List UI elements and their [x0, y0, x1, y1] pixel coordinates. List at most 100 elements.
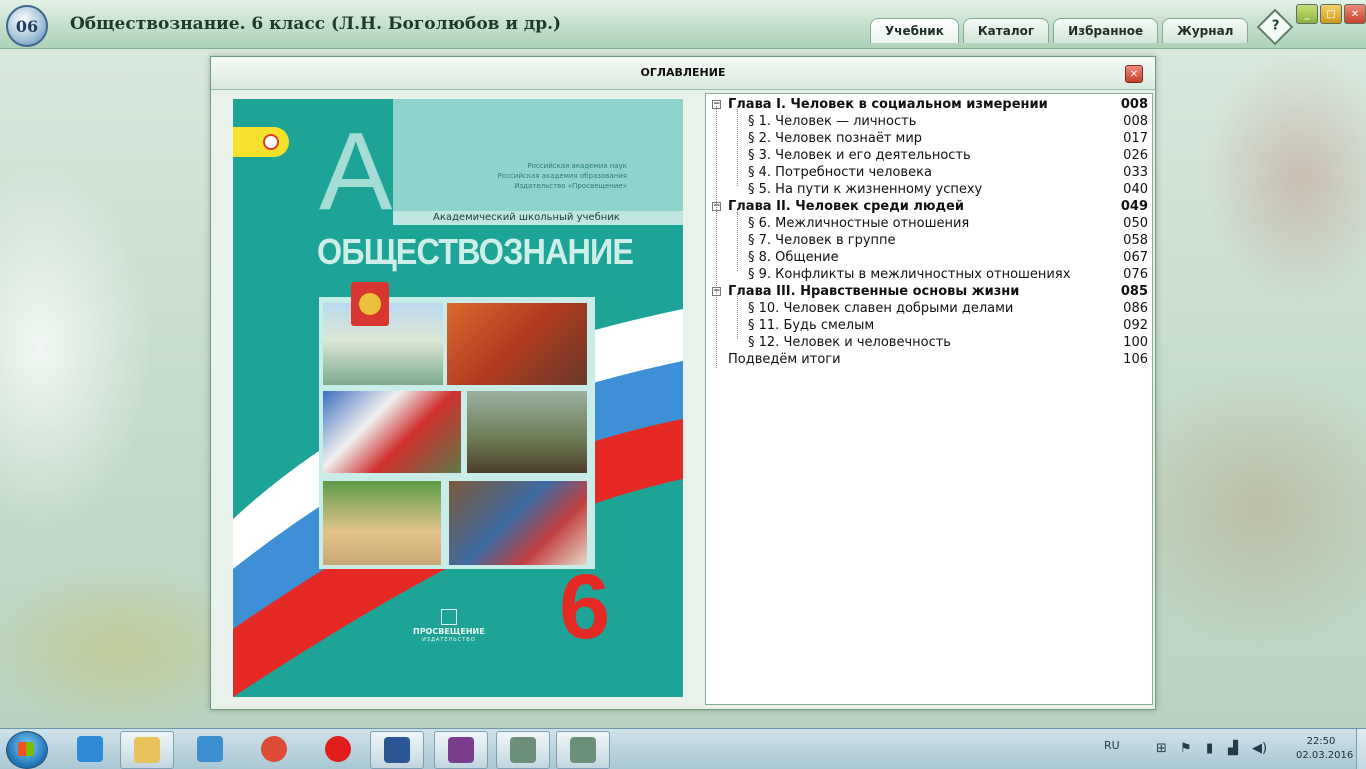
toc-section[interactable]: § 5. На пути к жизненному успеху 040: [706, 181, 1152, 198]
window-controls: _ □ ✕: [1296, 4, 1366, 24]
toc-page: 050: [1123, 216, 1148, 231]
tree-guide-line: [737, 293, 738, 339]
windows-logo-icon: [18, 742, 34, 756]
app-title: Обществознание. 6 класс (Л.Н. Боголюбов …: [70, 14, 562, 34]
dialog-header: ОГЛАВЛЕНИЕ ✕: [211, 57, 1155, 90]
yandex-browser-icon: [325, 736, 351, 762]
battery-icon[interactable]: ▮: [1206, 741, 1213, 756]
toc-label: § 6. Межличностные отношения: [748, 216, 970, 231]
word-icon: [384, 737, 410, 763]
toc-label: Глава II. Человек среди людей: [728, 199, 964, 214]
system-clock[interactable]: 22:50 02.03.2016: [1296, 735, 1353, 763]
taskbar: RU ⊞ ⚑ ▮ ▟ ◀) 22:50 02.03.2016: [0, 728, 1366, 769]
media-player-icon: [197, 736, 223, 762]
cover-photo-grid: [319, 297, 595, 569]
taskbar-app-button[interactable]: [312, 731, 364, 767]
toc-page: 106: [1123, 352, 1148, 367]
taskbar-app-button[interactable]: [248, 731, 300, 767]
toc-label: § 2. Человек познаёт мир: [748, 131, 923, 146]
volume-icon[interactable]: ◀): [1252, 741, 1267, 756]
toc-page: 008: [1123, 114, 1148, 129]
toc-page: 033: [1123, 165, 1148, 180]
app-window-icon: [510, 737, 536, 763]
toc-chapter[interactable]: − Глава III. Нравственные основы жизни 085: [706, 283, 1152, 300]
toc-section[interactable]: § 12. Человек и человечность 100: [706, 334, 1152, 351]
toc-label: § 10. Человек славен добрыми делами: [748, 301, 1014, 316]
toc-label: § 4. Потребности человека: [748, 165, 932, 180]
language-indicator[interactable]: RU: [1104, 739, 1120, 752]
toc-chapter[interactable]: − Глава I. Человек в социальном измерении…: [706, 96, 1152, 113]
taskbar-app-button[interactable]: [370, 731, 424, 769]
photo-volunteers: [467, 391, 587, 473]
toc-label: Глава I. Человек в социальном измерении: [728, 97, 1048, 112]
toc-page: 076: [1123, 267, 1148, 282]
toc-section[interactable]: § 6. Межличностные отношения 050: [706, 215, 1152, 232]
toc-label: § 5. На пути к жизненному успеху: [748, 182, 983, 197]
minimize-button[interactable]: _: [1296, 4, 1318, 24]
toc-page: 067: [1123, 250, 1148, 265]
toc-section[interactable]: § 10. Человек славен добрыми делами 086: [706, 300, 1152, 317]
taskbar-app-button[interactable]: [556, 731, 610, 769]
toc-page: 008: [1120, 97, 1148, 112]
toc-section[interactable]: § 7. Человек в группе 058: [706, 232, 1152, 249]
tab-textbook[interactable]: Учебник: [870, 18, 959, 43]
toc-page: 026: [1123, 148, 1148, 163]
photo-cosmonauts: [447, 303, 587, 385]
tab-catalog[interactable]: Каталог: [962, 18, 1050, 43]
toc-section[interactable]: § 11. Будь смелым 092: [706, 317, 1152, 334]
toc-label: § 3. Человек и его деятельность: [748, 148, 971, 163]
toc-page: 086: [1123, 301, 1148, 316]
taskbar-app-button[interactable]: [120, 731, 174, 769]
help-icon[interactable]: ?: [1256, 8, 1294, 46]
taskbar-app-button[interactable]: [64, 731, 116, 767]
toc-chapter[interactable]: − Глава II. Человек среди людей 049: [706, 198, 1152, 215]
toc-label: § 12. Человек и человечность: [748, 335, 951, 350]
toc-section[interactable]: § 2. Человек познаёт мир 017: [706, 130, 1152, 147]
toc-section[interactable]: § 1. Человек — личность 008: [706, 113, 1152, 130]
toc-section[interactable]: § 8. Общение 067: [706, 249, 1152, 266]
dialog-close-button[interactable]: ✕: [1125, 65, 1143, 83]
taskbar-app-button[interactable]: [184, 731, 236, 767]
app-title-bar: 06 Обществознание. 6 класс (Л.Н. Боголюб…: [0, 0, 1366, 49]
toc-summary[interactable]: Подведём итоги 106: [706, 351, 1152, 368]
network-icon[interactable]: ▟: [1228, 741, 1238, 756]
taskbar-app-button[interactable]: [496, 731, 550, 769]
cover-grade: 6: [559, 556, 611, 658]
flag-icon[interactable]: ⚑: [1180, 741, 1192, 756]
close-window-button[interactable]: ✕: [1344, 4, 1366, 24]
russian-emblem-icon: [351, 282, 389, 326]
tab-journal[interactable]: Журнал: [1162, 18, 1249, 43]
toc-label: Подведём итоги: [728, 352, 841, 367]
show-desktop-button[interactable]: [1356, 729, 1366, 769]
toc-section[interactable]: § 9. Конфликты в межличностных отношения…: [706, 266, 1152, 283]
toc-label: § 1. Человек — личность: [748, 114, 917, 129]
toc-section[interactable]: § 3. Человек и его деятельность 026: [706, 147, 1152, 164]
chrome-icon: [261, 736, 287, 762]
toc-label: § 11. Будь смелым: [748, 318, 875, 333]
cover-publisher-logo: ПРОСВЕЩЕНИЕ ИЗДАТЕЛЬСТВО: [413, 609, 485, 645]
toc-page: 085: [1120, 284, 1148, 299]
tree-guide-line: [737, 208, 738, 271]
app-window-icon-2: [570, 737, 596, 763]
maximize-button[interactable]: □: [1320, 4, 1342, 24]
windows-grid-icon[interactable]: ⊞: [1156, 741, 1167, 756]
toc-dialog: ОГЛАВЛЕНИЕ ✕ Российская академия наук Ро…: [210, 56, 1156, 710]
tree-guide-line: [716, 106, 717, 368]
toc-section[interactable]: § 4. Потребности человека 033: [706, 164, 1152, 181]
dialog-title: ОГЛАВЛЕНИЕ: [640, 66, 726, 79]
tab-favorites[interactable]: Избранное: [1053, 18, 1159, 43]
toc-page: 100: [1123, 335, 1148, 350]
main-tabs: Учебник Каталог Избранное Журнал: [870, 18, 1249, 43]
start-button[interactable]: [6, 731, 48, 769]
photo-playground: [323, 481, 441, 565]
toc-label: Глава III. Нравственные основы жизни: [728, 284, 1020, 299]
toc-label: § 7. Человек в группе: [748, 233, 896, 248]
toc-page: 040: [1123, 182, 1148, 197]
toc-page: 049: [1120, 199, 1148, 214]
tree-guide-line: [737, 106, 738, 186]
taskbar-app-button[interactable]: [434, 731, 488, 769]
toc-tree: − Глава I. Человек в социальном измерении…: [705, 93, 1153, 705]
toc-label: § 8. Общение: [748, 250, 839, 265]
toc-page: 017: [1123, 131, 1148, 146]
cover-subject: ОБЩЕСТВОЗНАНИЕ: [317, 231, 634, 272]
